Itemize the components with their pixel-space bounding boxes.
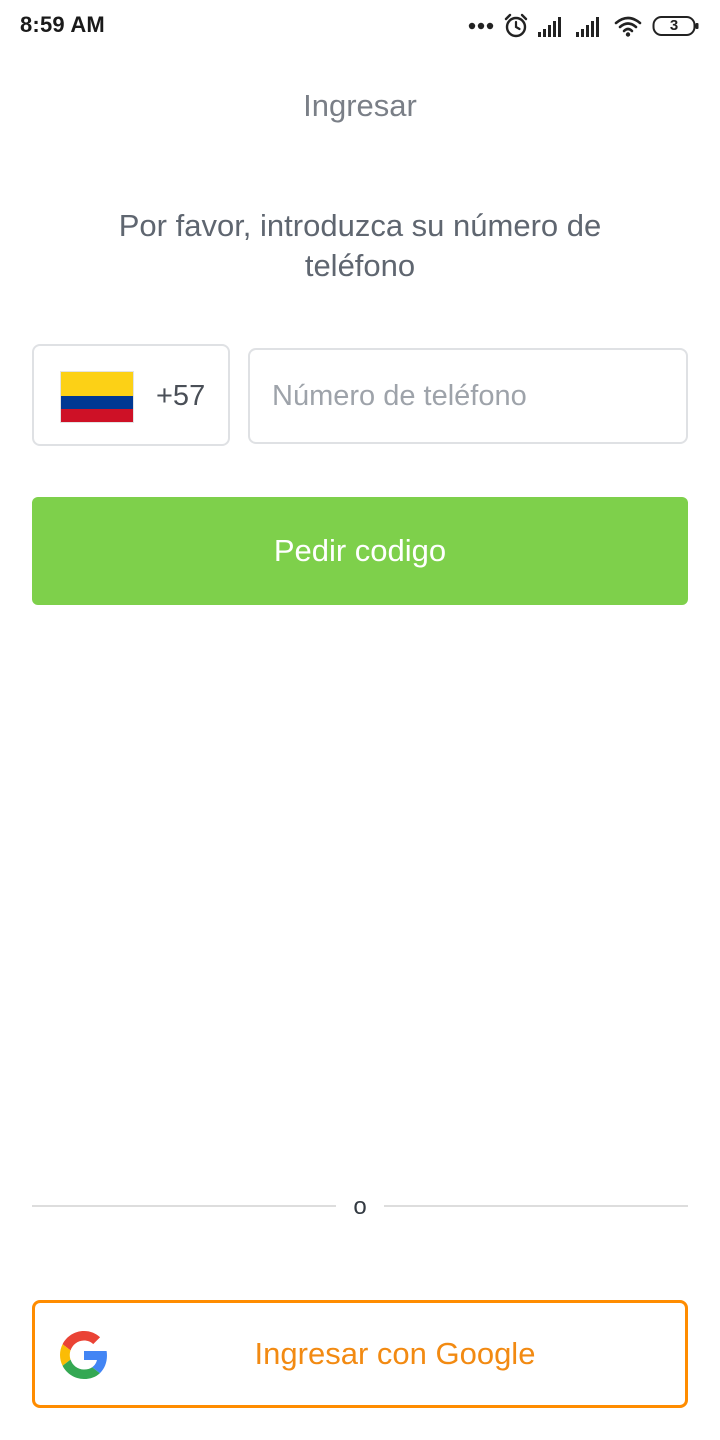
battery-icon: 3 [652, 15, 700, 37]
status-bar: 8:59 AM 3 [0, 0, 720, 52]
status-icons: 3 [468, 12, 700, 40]
status-time: 8:59 AM [20, 12, 105, 37]
country-code-selector[interactable]: +57 [32, 344, 230, 446]
dial-code: +57 [156, 380, 206, 412]
page-title: Ingresar [303, 88, 417, 123]
more-dots-icon [468, 21, 494, 31]
colombia-flag-icon [61, 372, 133, 422]
divider-or-text: o [353, 1193, 367, 1220]
alarm-icon [504, 13, 528, 39]
login-screen: 8:59 AM 3 Ingresar Por favor, introduzca… [0, 0, 720, 1440]
battery-level-text: 3 [669, 17, 679, 34]
phone-prompt-text: Por favor, introduzca su número de teléf… [118, 208, 602, 283]
google-signin-label: Ingresar con Google [254, 1336, 536, 1371]
google-icon [60, 1331, 108, 1379]
signal-icon [538, 15, 566, 37]
request-code-button[interactable]: Pedir codigo [32, 497, 688, 605]
phone-number-input[interactable] [248, 348, 688, 444]
signal-icon [576, 15, 604, 37]
google-signin-button[interactable]: Ingresar con Google [32, 1300, 688, 1408]
divider-line-right [384, 1205, 688, 1207]
divider-line-left [32, 1205, 336, 1207]
wifi-icon [614, 15, 642, 37]
